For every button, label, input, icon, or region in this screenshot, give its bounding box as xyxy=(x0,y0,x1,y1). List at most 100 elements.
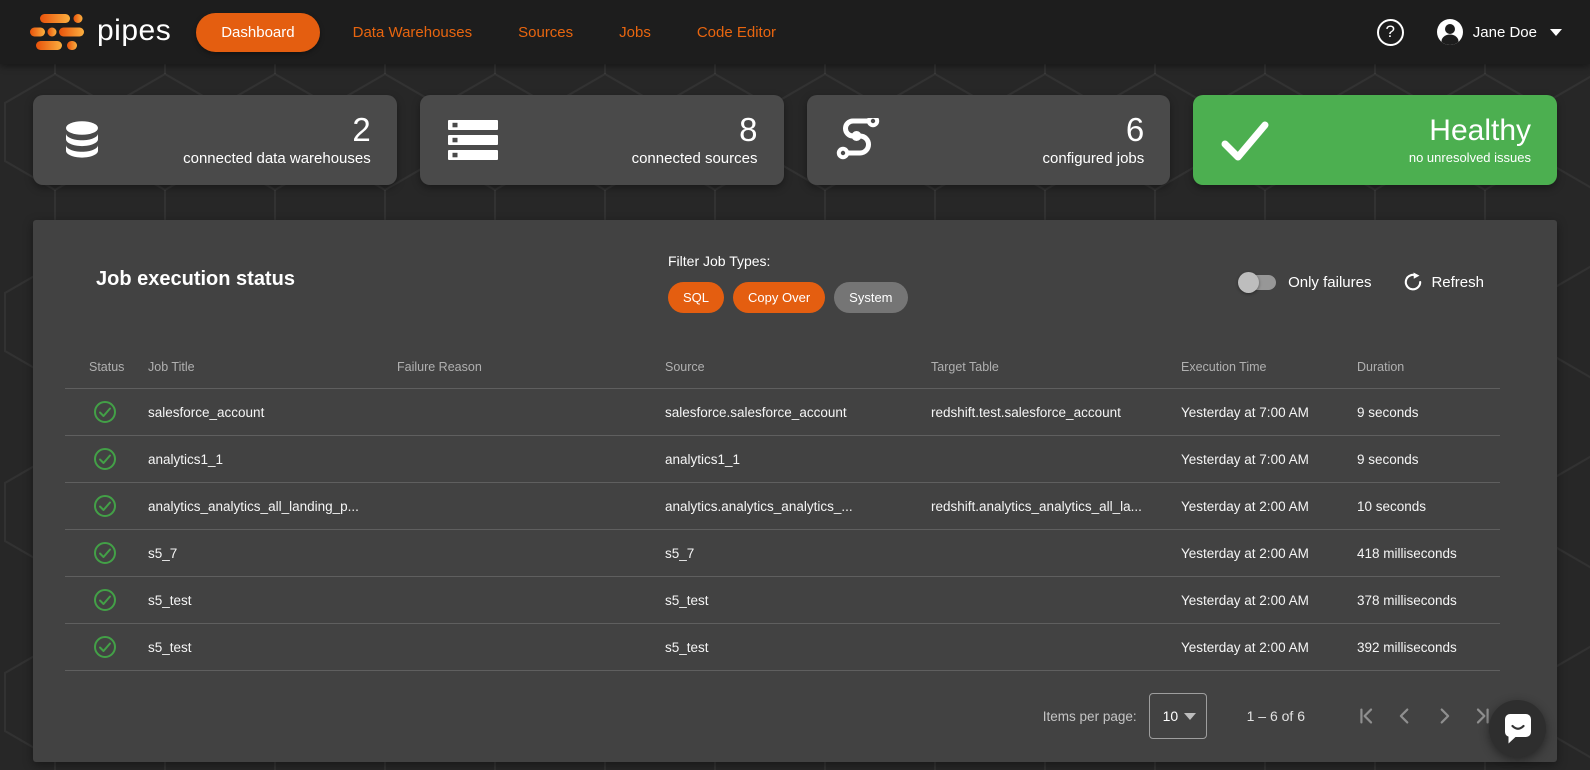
first-page-button[interactable] xyxy=(1355,705,1377,727)
source-cell: analytics.analytics_analytics_... xyxy=(665,499,931,514)
toggle-knob xyxy=(1238,272,1259,293)
chevron-left-icon xyxy=(1394,705,1416,727)
success-status-icon xyxy=(93,635,117,659)
table-row[interactable]: salesforce_account salesforce.salesforce… xyxy=(65,388,1500,435)
card-sources[interactable]: 8 connected sources xyxy=(420,95,784,185)
duration-cell: 418 milliseconds xyxy=(1357,546,1500,561)
chevron-right-icon xyxy=(1433,705,1455,727)
table-row[interactable]: s5_7 s5_7 Yesterday at 2:00 AM 418 milli… xyxy=(65,529,1500,576)
check-icon xyxy=(1219,118,1271,162)
brand-name: pipes xyxy=(97,16,171,46)
nav-item-dashboard[interactable]: Dashboard xyxy=(196,13,319,52)
table-row[interactable]: analytics_analytics_all_landing_p... ana… xyxy=(65,482,1500,529)
table-header: Status Job Title Failure Reason Source T… xyxy=(65,345,1500,388)
success-status-icon xyxy=(93,447,117,471)
filter-copy-over-button[interactable]: Copy Over xyxy=(733,282,825,313)
execution-time-cell: Yesterday at 2:00 AM xyxy=(1181,640,1357,655)
success-status-icon xyxy=(93,494,117,518)
job-title-cell: s5_7 xyxy=(148,546,397,561)
source-cell: s5_test xyxy=(665,593,931,608)
job-title-cell: s5_test xyxy=(148,593,397,608)
execution-time-cell: Yesterday at 2:00 AM xyxy=(1181,546,1357,561)
pagination-controls xyxy=(1355,705,1494,727)
warehouses-label: connected data warehouses xyxy=(183,150,371,167)
card-data-warehouses[interactable]: 2 connected data warehouses xyxy=(33,95,397,185)
health-status-value: Healthy xyxy=(1409,115,1531,147)
success-status-icon xyxy=(93,541,117,565)
table-row[interactable]: analytics1_1 analytics1_1 Yesterday at 7… xyxy=(65,435,1500,482)
source-cell: s5_test xyxy=(665,640,931,655)
refresh-button[interactable]: Refresh xyxy=(1403,272,1484,292)
only-failures-label: Only failures xyxy=(1288,274,1371,291)
refresh-label: Refresh xyxy=(1431,274,1484,291)
items-per-page-select[interactable]: 10 xyxy=(1149,693,1207,739)
execution-time-cell: Yesterday at 7:00 AM xyxy=(1181,452,1357,467)
database-icon xyxy=(59,118,105,162)
table-footer: Items per page: 10 1 – 6 of 6 xyxy=(65,670,1500,762)
panel-title: Job execution status xyxy=(96,268,295,291)
first-page-icon xyxy=(1355,705,1377,727)
filter-system-button[interactable]: System xyxy=(834,282,907,313)
only-failures-toggle[interactable] xyxy=(1240,275,1276,290)
target-table-cell: redshift.analytics_analytics_all_la... xyxy=(931,499,1181,514)
card-jobs[interactable]: 6 configured jobs xyxy=(807,95,1171,185)
filter-group: Filter Job Types: SQL Copy Over System xyxy=(668,253,908,313)
chat-bubble-icon xyxy=(1502,712,1534,746)
table-row[interactable]: s5_test s5_test Yesterday at 2:00 AM 378… xyxy=(65,576,1500,623)
filter-buttons: SQL Copy Over System xyxy=(668,282,908,313)
avatar-icon xyxy=(1436,18,1464,46)
success-status-icon xyxy=(93,400,117,424)
chevron-down-icon xyxy=(1550,29,1562,36)
nav-item-code-editor[interactable]: Code Editor xyxy=(697,24,776,41)
execution-time-cell: Yesterday at 7:00 AM xyxy=(1181,405,1357,420)
panel-controls: Only failures Refresh xyxy=(1240,272,1484,292)
top-navbar: pipes Dashboard Data Warehouses Sources … xyxy=(0,0,1590,64)
job-title-cell: analytics_analytics_all_landing_p... xyxy=(148,499,397,514)
duration-cell: 378 milliseconds xyxy=(1357,593,1500,608)
source-cell: analytics1_1 xyxy=(665,452,931,467)
nav-right: ? Jane Doe xyxy=(1377,18,1562,46)
filter-label: Filter Job Types: xyxy=(668,253,908,269)
duration-cell: 9 seconds xyxy=(1357,405,1500,420)
summary-cards: 2 connected data warehouses 8 connected … xyxy=(33,95,1557,185)
duration-cell: 10 seconds xyxy=(1357,499,1500,514)
next-page-button[interactable] xyxy=(1433,705,1455,727)
job-execution-panel: Job execution status Filter Job Types: S… xyxy=(33,220,1557,762)
brand-logo[interactable]: pipes xyxy=(28,10,171,54)
col-execution-time: Execution Time xyxy=(1181,360,1357,374)
success-status-icon xyxy=(93,588,117,612)
table-row[interactable]: s5_test s5_test Yesterday at 2:00 AM 392… xyxy=(65,623,1500,670)
source-cell: s5_7 xyxy=(665,546,931,561)
items-per-page-value: 10 xyxy=(1163,708,1179,724)
jobs-icon xyxy=(833,118,883,162)
card-health-status[interactable]: Healthy no unresolved issues xyxy=(1193,95,1557,185)
nav-item-data-warehouses[interactable]: Data Warehouses xyxy=(353,24,473,41)
jobs-table: Status Job Title Failure Reason Source T… xyxy=(65,345,1500,671)
nav-item-jobs[interactable]: Jobs xyxy=(619,24,651,41)
pagination-range: 1 – 6 of 6 xyxy=(1247,708,1305,724)
col-duration: Duration xyxy=(1357,360,1500,374)
warehouses-count: 2 xyxy=(183,113,371,148)
previous-page-button[interactable] xyxy=(1394,705,1416,727)
col-job-title: Job Title xyxy=(148,360,397,374)
duration-cell: 392 milliseconds xyxy=(1357,640,1500,655)
col-target-table: Target Table xyxy=(931,360,1181,374)
user-name: Jane Doe xyxy=(1473,24,1537,41)
col-status: Status xyxy=(65,360,148,374)
col-failure-reason: Failure Reason xyxy=(397,360,665,374)
refresh-icon xyxy=(1403,272,1423,292)
job-title-cell: salesforce_account xyxy=(148,405,397,420)
job-title-cell: analytics1_1 xyxy=(148,452,397,467)
source-cell: salesforce.salesforce_account xyxy=(665,405,931,420)
sources-count: 8 xyxy=(632,113,758,148)
health-status-label: no unresolved issues xyxy=(1409,150,1531,165)
execution-time-cell: Yesterday at 2:00 AM xyxy=(1181,593,1357,608)
col-source: Source xyxy=(665,360,931,374)
nav-item-sources[interactable]: Sources xyxy=(518,24,573,41)
user-menu[interactable]: Jane Doe xyxy=(1436,18,1562,46)
chat-launcher-button[interactable] xyxy=(1489,700,1546,757)
filter-sql-button[interactable]: SQL xyxy=(668,282,724,313)
help-icon[interactable]: ? xyxy=(1377,19,1404,46)
sources-icon xyxy=(446,118,500,162)
jobs-label: configured jobs xyxy=(1043,150,1145,167)
